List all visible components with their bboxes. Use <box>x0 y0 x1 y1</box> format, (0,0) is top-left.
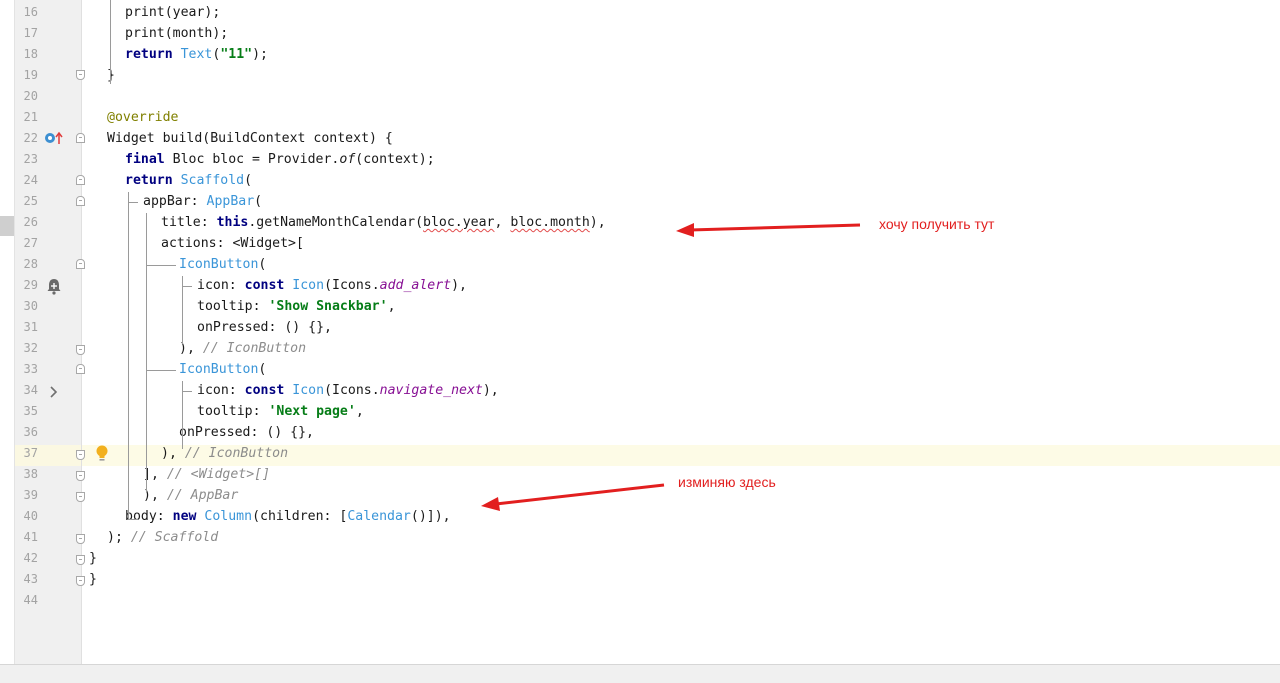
annotation-arrowhead-2 <box>481 497 500 511</box>
code-editor[interactable]: 16 print(year); 17 print(month); 18 return Te… <box>0 0 1280 664</box>
status-bar <box>0 664 1280 683</box>
annotation-arrow-2 <box>495 483 665 506</box>
annotation-label-second: изминяю здесь <box>678 474 776 490</box>
annotation-arrow-1 <box>689 223 861 232</box>
annotation-arrows <box>481 223 861 511</box>
annotation-arrowhead-1 <box>676 223 694 237</box>
annotation-label-first: хочу получить тут <box>879 216 995 232</box>
